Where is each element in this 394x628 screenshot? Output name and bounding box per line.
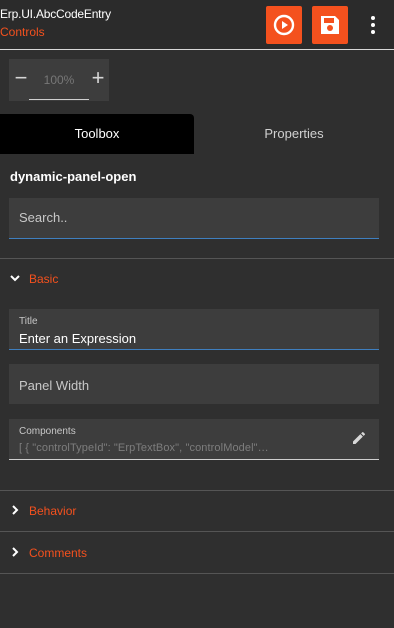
zoom-level-input[interactable]: 100% <box>29 73 89 89</box>
components-field[interactable]: Components [ { "controlTypeId": "ErpText… <box>9 419 379 460</box>
zoom-input-underline <box>29 99 89 100</box>
section-divider <box>0 490 394 491</box>
panel-width-label: Panel Width <box>19 378 90 393</box>
search-placeholder: Search.. <box>19 210 68 225</box>
run-button[interactable] <box>266 6 302 44</box>
chevron-right-icon <box>12 505 19 515</box>
pencil-icon[interactable] <box>351 430 367 446</box>
zoom-out-button[interactable]: − <box>12 67 30 89</box>
section-divider <box>0 573 394 574</box>
components-label: Components <box>19 426 76 437</box>
app-header: Erp.UI.AbcCodeEntry Controls <box>0 0 394 50</box>
zoom-control: − 100% + <box>9 59 109 101</box>
section-comments-label: Comments <box>29 546 88 560</box>
header-divider <box>0 49 394 50</box>
save-icon <box>321 16 339 34</box>
title-field-value: Enter an Expression <box>19 331 137 346</box>
title-field[interactable]: Title Enter an Expression <box>9 309 379 350</box>
chevron-right-icon <box>12 547 19 557</box>
section-behavior-label: Behavior <box>29 504 77 518</box>
tab-properties[interactable]: Properties <box>194 114 394 154</box>
save-button[interactable] <box>312 6 348 44</box>
panel-width-field[interactable]: Panel Width <box>9 364 379 404</box>
zoom-in-button[interactable]: + <box>89 67 107 89</box>
tab-toolbox[interactable]: Toolbox <box>0 114 194 154</box>
section-basic-label: Basic <box>29 272 59 286</box>
section-divider <box>0 258 394 259</box>
app-title: Erp.UI.AbcCodeEntry <box>0 7 111 21</box>
title-field-label: Title <box>19 316 38 327</box>
panel-name: dynamic-panel-open <box>10 169 137 184</box>
components-value: [ { "controlTypeId": "ErpTextBox", "cont… <box>19 442 269 454</box>
more-vertical-icon <box>371 16 375 20</box>
app-subtitle: Controls <box>0 25 45 39</box>
play-circle-icon <box>273 14 295 36</box>
search-input[interactable]: Search.. <box>9 198 379 239</box>
section-divider <box>0 531 394 532</box>
chevron-down-icon <box>10 275 20 282</box>
more-menu-button[interactable] <box>364 11 382 39</box>
